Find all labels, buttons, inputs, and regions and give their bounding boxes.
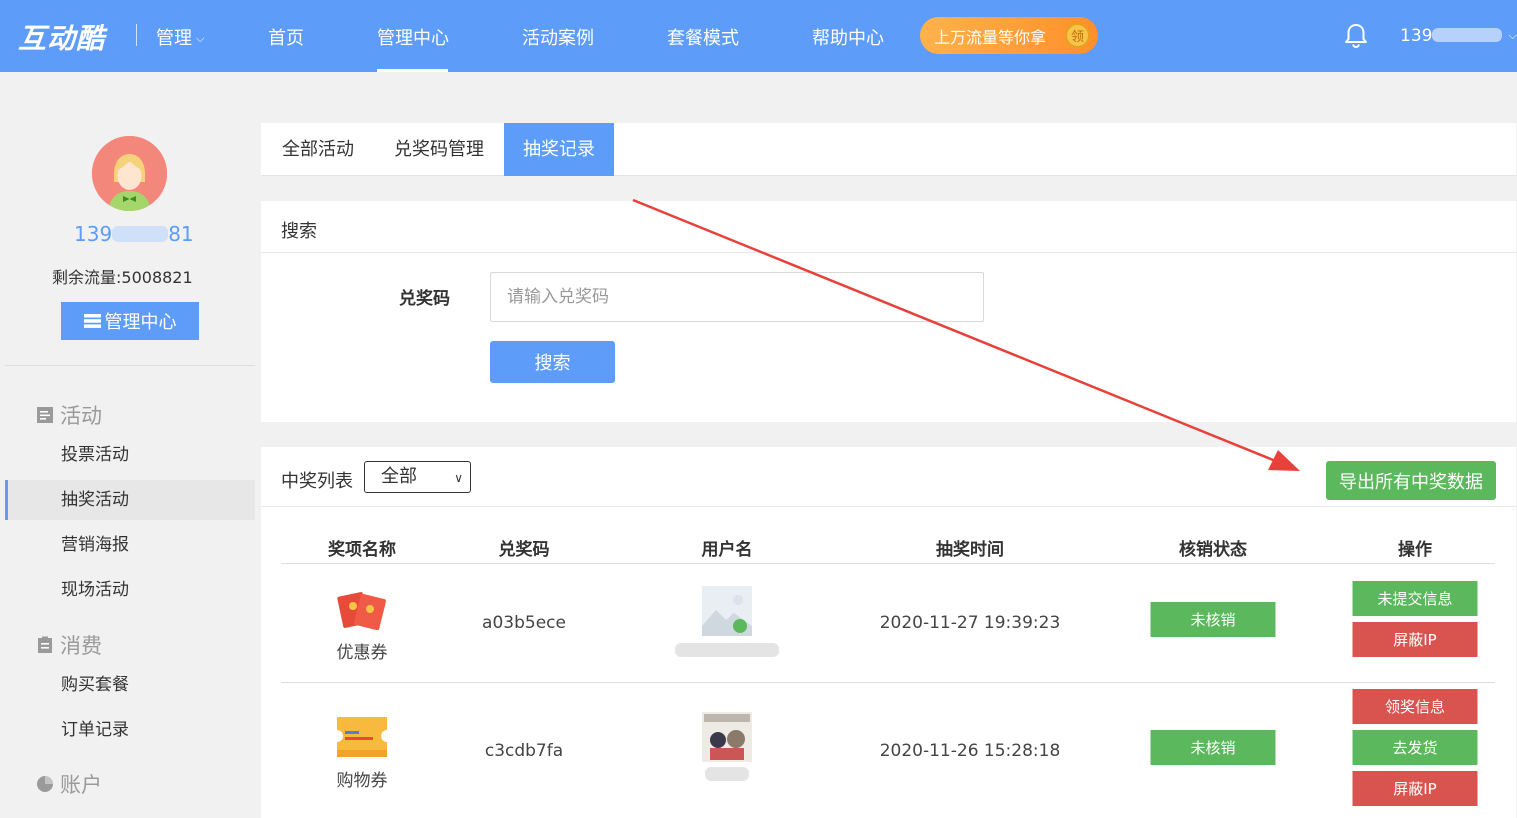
nav-active-indicator — [377, 69, 448, 72]
tab-all-activities[interactable]: 全部活动 — [282, 123, 354, 176]
tab-code-management[interactable]: 兑奖码管理 — [394, 123, 484, 176]
user-phone: 139 81 — [74, 222, 194, 246]
tab-bar: 全部活动 兑奖码管理 抽奖记录 — [261, 123, 1516, 176]
header-divider — [281, 563, 1495, 564]
code-label: 兑奖码 — [399, 289, 450, 309]
prize-info-button[interactable]: 领奖信息 — [1352, 689, 1478, 724]
nav-cases[interactable]: 活动案例 — [522, 24, 594, 50]
blurred-phone — [112, 226, 169, 242]
section-title: 活动 — [60, 404, 102, 428]
draw-time: 2020-11-26 15:28:18 — [879, 741, 1061, 761]
sidebar: 139 81 剩余流量:5008821 管理中心 活动 投票活动 抽奖活动 营销海… — [0, 72, 260, 818]
nav-manage-dropdown[interactable]: 管理 ⌵ — [156, 24, 204, 50]
traffic-label: 剩余流量: — [52, 268, 122, 287]
user-phone-prefix: 139 — [1400, 26, 1433, 46]
chevron-down-icon: ⌵ — [196, 32, 205, 45]
header-status: 核销状态 — [1179, 540, 1247, 560]
row-divider — [281, 682, 1495, 683]
header-draw-time: 抽奖时间 — [936, 540, 1004, 560]
prize-code: c3cdb7fa — [484, 741, 564, 761]
management-center-label: 管理中心 — [104, 312, 177, 333]
clipboard-icon — [38, 636, 52, 653]
top-navbar: 互动酷 管理 ⌵ 首页 管理中心 活动案例 套餐模式 帮助中心 上万流量等你拿 领… — [0, 0, 1517, 72]
sidebar-divider — [5, 365, 255, 366]
nav-help[interactable]: 帮助中心 — [812, 24, 884, 50]
phone-prefix: 139 — [74, 222, 113, 246]
sidebar-section-consumption: 消费 — [36, 630, 102, 660]
avatar-illustration — [92, 136, 167, 211]
logo-divider — [136, 24, 137, 46]
user-menu[interactable]: 139 ⌵ — [1400, 26, 1517, 46]
sidebar-item-poster[interactable]: 营销海报 — [5, 525, 255, 565]
management-center-button[interactable]: 管理中心 — [61, 302, 199, 340]
blurred-username — [675, 643, 779, 657]
nav-packages[interactable]: 套餐模式 — [667, 24, 739, 50]
nav-manage-label: 管理 — [156, 28, 192, 49]
blurred-phone — [1432, 28, 1503, 42]
block-ip-button[interactable]: 屏蔽IP — [1352, 622, 1478, 657]
pie-chart-icon — [37, 776, 53, 792]
prize-name: 购物券 — [336, 771, 388, 791]
app-logo[interactable]: 互动酷 — [18, 17, 105, 57]
search-button[interactable]: 搜索 — [490, 341, 615, 383]
prize-name: 优惠券 — [336, 643, 388, 663]
tab-lottery-records[interactable]: 抽奖记录 — [504, 123, 614, 176]
section-title: 账户 — [60, 773, 102, 797]
nav-home[interactable]: 首页 — [268, 24, 304, 50]
red-envelope-icon — [337, 592, 387, 630]
sidebar-item-live[interactable]: 现场活动 — [5, 570, 255, 610]
prize-code: a03b5ece — [482, 613, 566, 633]
ship-button[interactable]: 去发货 — [1352, 730, 1478, 765]
user-avatar-image — [702, 712, 752, 762]
sidebar-section-account: 账户 — [36, 769, 102, 799]
status-button[interactable]: 未核销 — [1150, 602, 1276, 637]
search-divider — [261, 252, 1516, 253]
remaining-traffic: 剩余流量:5008821 — [52, 264, 193, 288]
document-icon — [37, 407, 53, 423]
draw-time: 2020-11-27 19:39:23 — [879, 613, 1061, 633]
traffic-value: 5008821 — [121, 268, 193, 287]
header-prize-name: 奖项名称 — [328, 540, 396, 560]
list-divider — [261, 506, 1516, 507]
header-username: 用户名 — [701, 540, 753, 560]
chevron-down-icon: ⌵ — [1508, 29, 1517, 42]
sidebar-item-lottery[interactable]: 抽奖活动 — [5, 480, 255, 520]
search-panel-title: 搜索 — [281, 221, 317, 242]
sidebar-item-buy-package[interactable]: 购买套餐 — [5, 665, 255, 705]
status-button[interactable]: 未核销 — [1150, 730, 1276, 765]
nav-management-center[interactable]: 管理中心 — [377, 24, 449, 50]
avatar — [92, 136, 167, 211]
winners-filter-select[interactable]: 全部 ∨ — [364, 461, 471, 493]
header-code: 兑奖码 — [498, 540, 550, 560]
sidebar-item-orders[interactable]: 订单记录 — [5, 710, 255, 750]
user-avatar-image — [702, 586, 752, 636]
phone-suffix: 81 — [168, 222, 194, 246]
promo-text: 上万流量等你拿 — [934, 27, 1047, 47]
code-search-input[interactable] — [490, 272, 984, 322]
sidebar-section-activities: 活动 — [36, 400, 102, 430]
search-panel: 搜索 兑奖码 搜索 — [261, 201, 1516, 422]
export-all-button[interactable]: 导出所有中奖数据 — [1326, 461, 1496, 500]
promo-button[interactable]: 上万流量等你拿 领 — [920, 17, 1098, 54]
section-title: 消费 — [60, 634, 102, 658]
sidebar-item-vote[interactable]: 投票活动 — [5, 435, 255, 475]
block-ip-button[interactable]: 屏蔽IP — [1352, 771, 1478, 806]
header-actions: 操作 — [1398, 540, 1432, 560]
coin-icon: 领 — [1065, 23, 1090, 48]
filter-value: 全部 — [381, 466, 417, 487]
winners-list-label: 中奖列表 — [281, 471, 353, 492]
info-not-submitted-button[interactable]: 未提交信息 — [1352, 581, 1478, 616]
ticket-icon — [337, 717, 387, 757]
winners-list-panel: 中奖列表 全部 ∨ 导出所有中奖数据 奖项名称 兑奖码 用户名 抽奖时间 核销状… — [261, 447, 1516, 818]
chevron-down-icon: ∨ — [454, 471, 463, 485]
bell-icon[interactable] — [1342, 22, 1370, 50]
server-icon — [83, 314, 101, 328]
blurred-username — [705, 767, 749, 781]
